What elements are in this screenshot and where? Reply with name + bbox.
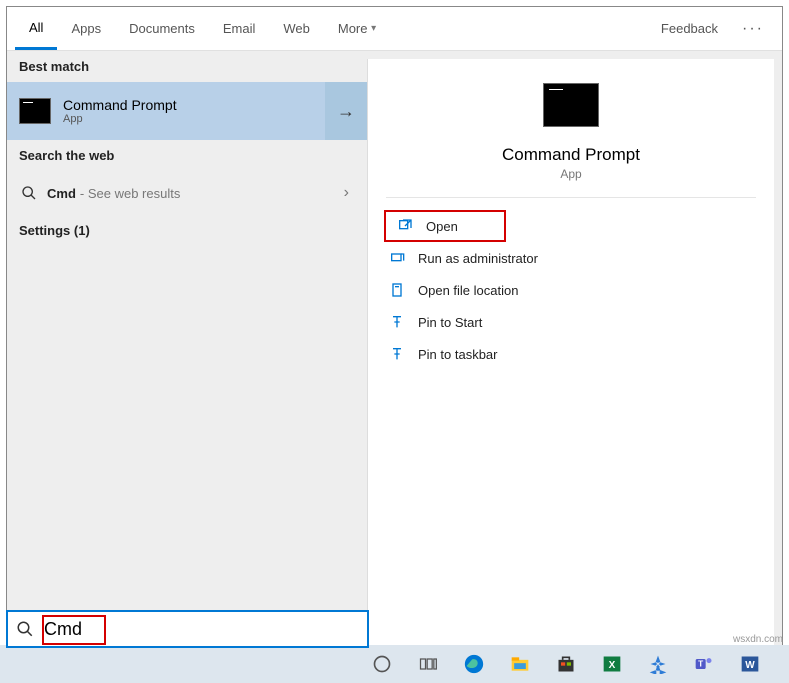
edge-icon[interactable] xyxy=(462,652,486,676)
command-prompt-icon xyxy=(543,83,599,127)
excel-icon[interactable]: X xyxy=(600,652,624,676)
settings-heading[interactable]: Settings (1) xyxy=(7,215,367,246)
expand-arrow-icon[interactable]: → xyxy=(325,82,367,140)
action-open[interactable]: Open xyxy=(384,210,506,242)
action-label: Open xyxy=(426,219,458,234)
file-explorer-icon[interactable] xyxy=(508,652,532,676)
search-input[interactable]: Cmd xyxy=(44,619,82,640)
feedback-link[interactable]: Feedback xyxy=(647,7,732,50)
tab-documents[interactable]: Documents xyxy=(115,7,209,50)
search-web-heading: Search the web xyxy=(7,140,367,171)
chevron-right-icon: › xyxy=(344,184,349,202)
tab-more[interactable]: More ▾ xyxy=(324,7,390,50)
action-label: Pin to Start xyxy=(418,315,482,330)
preview-pane: Command Prompt App Open Run as administr… xyxy=(367,59,774,645)
best-match-result[interactable]: Command Prompt App → xyxy=(7,82,367,140)
actions-list: Open Run as administrator Open file loca… xyxy=(368,198,774,382)
tab-all[interactable]: All xyxy=(15,7,57,50)
preview-header: Command Prompt App xyxy=(386,59,756,198)
action-open-location[interactable]: Open file location xyxy=(378,274,764,306)
teams-icon[interactable]: T xyxy=(692,652,716,676)
filter-tabs: All Apps Documents Email Web More ▾ Feed… xyxy=(7,7,782,51)
pin-icon xyxy=(388,313,406,331)
web-result-row[interactable]: Cmd - See web results › xyxy=(7,171,367,215)
action-pin-taskbar[interactable]: Pin to taskbar xyxy=(378,338,764,370)
result-subtitle: App xyxy=(63,113,177,125)
search-input-container[interactable]: Cmd xyxy=(6,610,369,648)
results-list: Best match Command Prompt App → Search t… xyxy=(7,51,367,653)
action-pin-start[interactable]: Pin to Start xyxy=(378,306,764,338)
word-icon[interactable]: W xyxy=(738,652,762,676)
folder-icon xyxy=(388,281,406,299)
watermark: wsxdn.com xyxy=(733,634,783,645)
open-icon xyxy=(396,217,414,235)
action-label: Open file location xyxy=(418,283,518,298)
svg-text:W: W xyxy=(745,660,755,671)
pin-icon xyxy=(388,345,406,363)
svg-text:X: X xyxy=(609,660,616,671)
preview-subtitle: App xyxy=(560,167,581,181)
search-icon xyxy=(16,620,34,638)
command-prompt-icon xyxy=(19,98,51,124)
taskbar: X T W xyxy=(0,645,789,683)
preview-title: Command Prompt xyxy=(502,145,640,165)
task-view-icon[interactable] xyxy=(416,652,440,676)
svg-text:T: T xyxy=(698,659,703,669)
action-label: Pin to taskbar xyxy=(418,347,498,362)
search-panel: All Apps Documents Email Web More ▾ Feed… xyxy=(6,6,783,654)
tab-web[interactable]: Web xyxy=(269,7,324,50)
cortana-icon[interactable] xyxy=(370,652,394,676)
action-run-admin[interactable]: Run as administrator xyxy=(378,242,764,274)
app-icon[interactable] xyxy=(646,652,670,676)
web-term: Cmd xyxy=(47,186,76,201)
result-title: Command Prompt xyxy=(63,97,177,113)
search-icon xyxy=(21,185,37,201)
action-label: Run as administrator xyxy=(418,251,538,266)
best-match-heading: Best match xyxy=(7,51,367,82)
store-icon[interactable] xyxy=(554,652,578,676)
shield-icon xyxy=(388,249,406,267)
web-suffix: - See web results xyxy=(80,186,180,201)
tab-email[interactable]: Email xyxy=(209,7,270,50)
chevron-down-icon: ▾ xyxy=(371,23,376,34)
tab-apps[interactable]: Apps xyxy=(57,7,115,50)
more-options-button[interactable]: ··· xyxy=(732,7,774,50)
results-body: Best match Command Prompt App → Search t… xyxy=(7,51,782,653)
